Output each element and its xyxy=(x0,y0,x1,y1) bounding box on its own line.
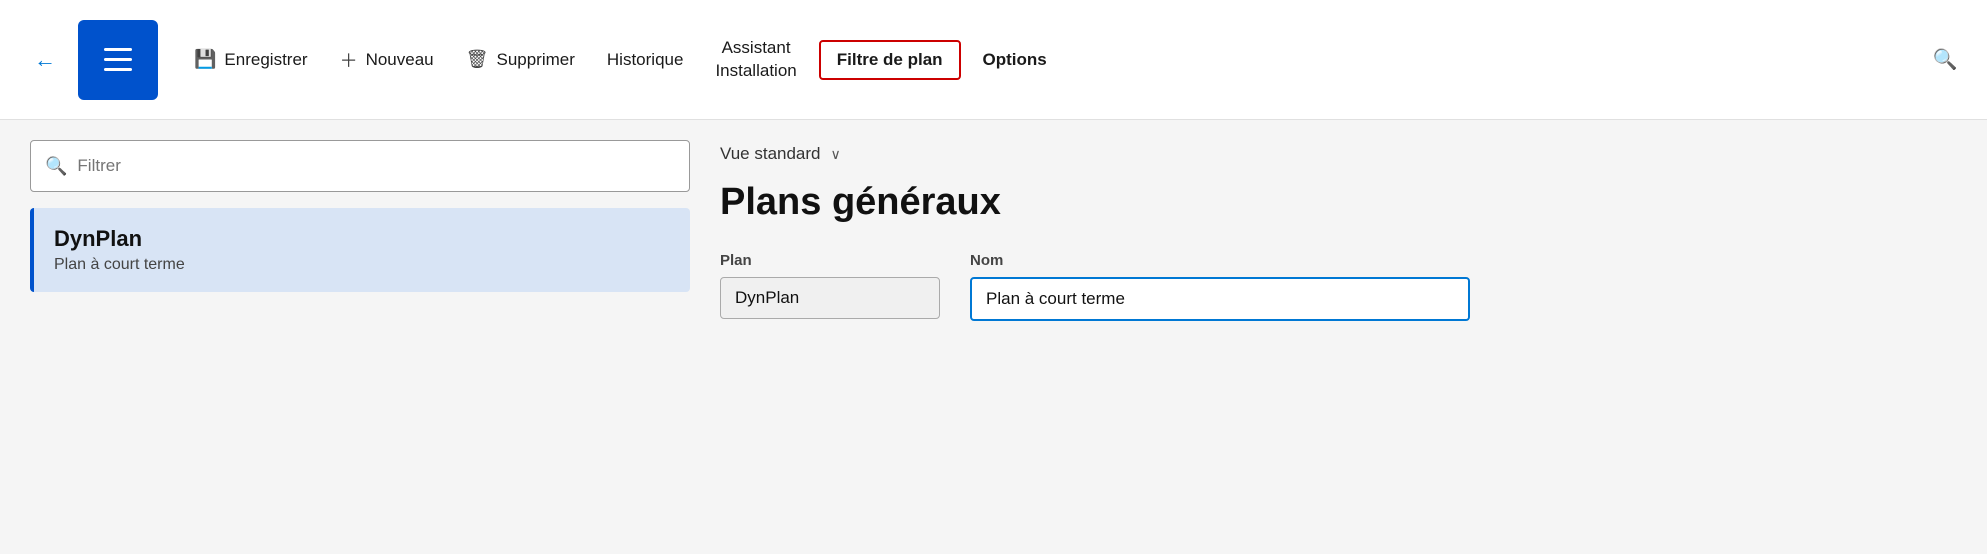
menu-button[interactable] xyxy=(78,20,158,100)
save-button[interactable]: 💾 Enregistrer xyxy=(178,41,324,78)
back-icon: ← xyxy=(34,47,56,73)
save-label: Enregistrer xyxy=(224,50,307,70)
page-title: Plans généraux xyxy=(720,180,1957,226)
nom-input[interactable] xyxy=(970,277,1470,321)
toolbar: ← 💾 Enregistrer ＋ Nouveau 🗑 Supprimer Hi… xyxy=(0,0,1987,120)
options-button[interactable]: Options xyxy=(967,42,1063,78)
new-label: Nouveau xyxy=(366,50,434,70)
chevron-down-icon: ∨ xyxy=(831,146,841,163)
list-item[interactable]: DynPlan Plan à court terme xyxy=(30,208,690,292)
form-row: Plan Nom xyxy=(720,252,1957,321)
delete-button[interactable]: 🗑 Supprimer xyxy=(450,41,591,78)
list-item-subtitle: Plan à court terme xyxy=(54,256,670,274)
nom-field: Nom xyxy=(970,252,1470,321)
plan-input[interactable] xyxy=(720,277,940,319)
filter-input-wrapper: 🔍 xyxy=(30,140,690,192)
add-icon: ＋ xyxy=(340,47,358,73)
filter-input[interactable] xyxy=(77,156,675,176)
filter-search-icon: 🔍 xyxy=(45,156,67,177)
plan-field: Plan xyxy=(720,252,940,321)
options-label: Options xyxy=(983,50,1047,70)
view-label: Vue standard xyxy=(720,144,821,164)
delete-icon: 🗑 xyxy=(466,49,489,70)
filter-plan-label: Filtre de plan xyxy=(837,50,943,70)
main-content: 🔍 DynPlan Plan à court terme Vue standar… xyxy=(0,120,1987,554)
history-label: Historique xyxy=(607,50,684,70)
new-button[interactable]: ＋ Nouveau xyxy=(324,39,450,81)
search-icon: 🔍 xyxy=(1933,47,1958,72)
view-selector[interactable]: Vue standard ∨ xyxy=(720,144,1957,164)
nom-label: Nom xyxy=(970,252,1470,269)
assistant-installation-button[interactable]: Assistant Installation xyxy=(699,29,812,89)
plan-label: Plan xyxy=(720,252,940,269)
left-panel: 🔍 DynPlan Plan à court terme xyxy=(30,140,690,534)
search-button[interactable]: 🔍 xyxy=(1923,38,1967,82)
history-button[interactable]: Historique xyxy=(591,42,700,78)
save-icon: 💾 xyxy=(194,49,216,70)
assistant-line2: Installation xyxy=(715,60,796,82)
right-panel: Vue standard ∨ Plans généraux Plan Nom xyxy=(720,140,1957,534)
filter-plan-button[interactable]: Filtre de plan xyxy=(819,40,961,80)
hamburger-icon xyxy=(104,48,132,71)
assistant-line1: Assistant xyxy=(722,37,791,59)
back-button[interactable]: ← xyxy=(20,35,70,85)
list-item-title: DynPlan xyxy=(54,226,670,252)
delete-label: Supprimer xyxy=(496,50,574,70)
